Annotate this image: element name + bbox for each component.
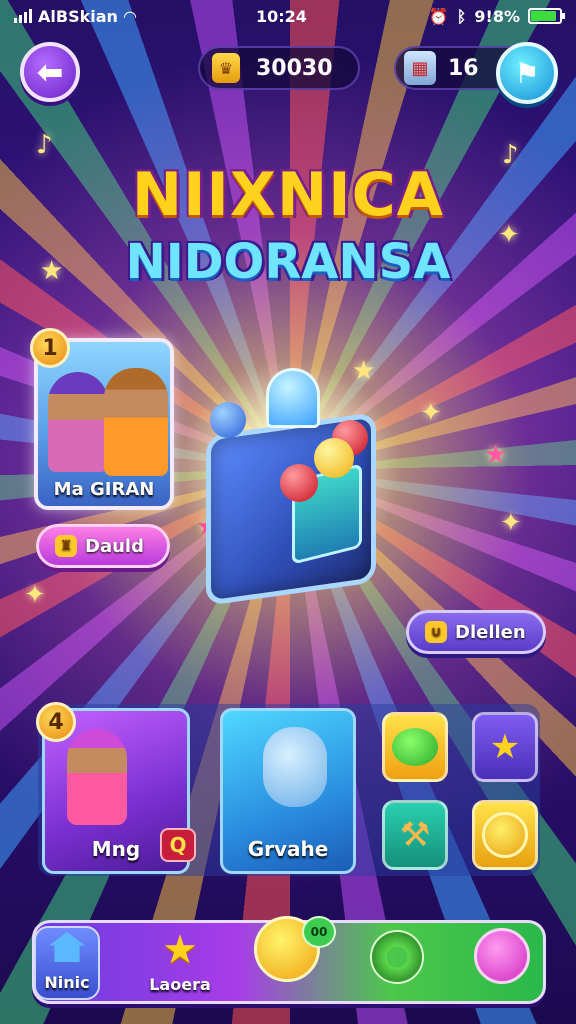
collect-button-label: Dlellen [455, 621, 526, 643]
bluetooth-icon: ᛒ [456, 6, 467, 26]
question-badge: Q [160, 828, 196, 862]
sparkle-icon: ♪ [36, 130, 53, 160]
battery-percent: 9!8% [474, 6, 520, 26]
nav-home-label: Ninic [44, 973, 90, 992]
tile-hammer[interactable]: ⚒ [382, 800, 448, 870]
nav-leaderboard[interactable]: ★ Laoera [130, 926, 230, 1000]
carrier-label: AlBSkian [38, 6, 118, 26]
menu-button[interactable]: ⚑ [496, 42, 558, 104]
profile-orb-button[interactable] [474, 928, 530, 984]
coin-stack-icon: ♛ [212, 53, 240, 83]
star-icon: ★ [489, 727, 521, 767]
battery-icon [528, 8, 565, 24]
clock: 10:24 [255, 6, 307, 26]
star-icon: ★ [162, 927, 198, 973]
orb-count-badge: 00 [302, 916, 336, 948]
nav-home[interactable]: Ninic [34, 926, 100, 1000]
alarm-icon: ⏰ [428, 6, 449, 26]
back-arrow-icon: ⬅ [36, 53, 64, 91]
tickets-value: 16 [448, 55, 479, 81]
coins-counter[interactable]: ♛ 30030 [198, 46, 360, 90]
donut-button[interactable] [370, 930, 424, 984]
tile-green-face[interactable] [382, 712, 448, 782]
battery-level-fill [531, 11, 557, 21]
sparkle-icon: ✦ [24, 580, 46, 610]
robot-figure [263, 727, 327, 807]
flag-icon: ⚑ [514, 56, 540, 90]
home-icon [49, 932, 85, 962]
trophy-icon: ♜ [55, 535, 77, 557]
tile-star[interactable]: ★ [472, 712, 538, 782]
character-figure [67, 729, 127, 825]
wifi-icon: ◠ [123, 6, 137, 26]
box-dome [266, 368, 320, 428]
featured-button-label: Dauld [85, 535, 144, 557]
red-ball [280, 464, 318, 502]
back-button[interactable]: ⬅ [20, 42, 80, 102]
featured-number-badge: 1 [30, 328, 70, 368]
minigames-badge: 4 [36, 702, 76, 742]
tile-coin[interactable] [472, 800, 538, 870]
coin-icon [482, 812, 528, 858]
game-title-line2: NIDORANSA [125, 234, 451, 290]
featured-card-label: Ma GIRAN [53, 479, 155, 500]
character-boy-figure [104, 368, 168, 476]
blue-ball [210, 402, 246, 438]
sparkle-icon: ✦ [420, 398, 442, 428]
featured-action-button[interactable]: ♜ Dauld [36, 524, 170, 568]
star-sparkle-icon: ✦ [500, 508, 522, 538]
coins-value: 30030 [256, 55, 333, 81]
status-bar: AlBSkian ◠ 10:24 ⏰ ᛒ 9!8% [0, 0, 576, 32]
yellow-ball [314, 438, 354, 478]
mystery-box[interactable] [196, 368, 386, 606]
green-face-icon [392, 728, 438, 766]
signal-icon [14, 9, 32, 23]
hammer-icon: ⚒ [399, 815, 431, 855]
collect-button[interactable]: ∪ Dlellen [406, 610, 546, 654]
giveaway-card[interactable]: Grvahe [220, 708, 356, 874]
giveaway-label: Grvahe [247, 837, 329, 861]
game-title-line1: NIIXNICA [131, 160, 445, 230]
nav-leaderboard-label: Laoera [149, 975, 211, 994]
character-girl-figure [48, 372, 108, 472]
star-sparkle-icon: ★ [484, 440, 508, 470]
horseshoe-icon: ∪ [425, 621, 447, 643]
ticket-icon: ▦ [404, 51, 436, 85]
